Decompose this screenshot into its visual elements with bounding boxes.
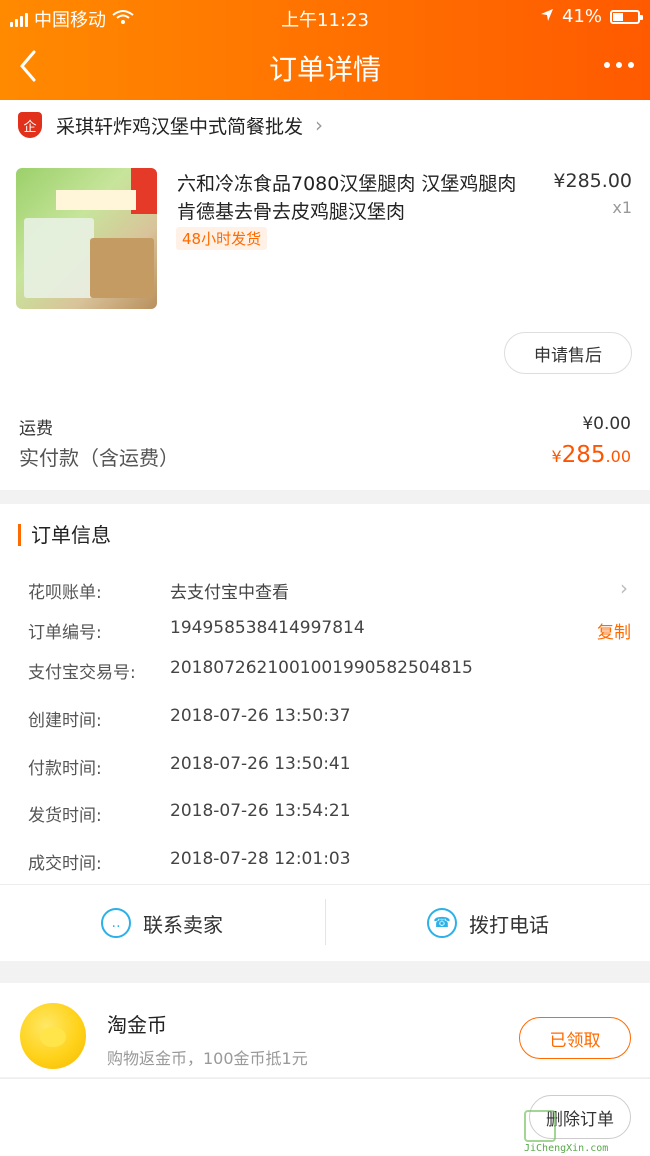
copy-button[interactable]: 复制 bbox=[597, 618, 631, 643]
row-label: 付款时间: bbox=[28, 759, 102, 779]
coin-icon bbox=[20, 1003, 86, 1069]
shipping-tag: 48小时发货 bbox=[176, 227, 268, 250]
watermark-logo-icon bbox=[524, 1110, 556, 1142]
chat-icon: ‥ bbox=[101, 908, 131, 938]
freight-value: ¥0.00 bbox=[582, 414, 631, 434]
more-icon bbox=[604, 62, 610, 68]
shop-name[interactable]: 采琪轩炸鸡汉堡中式简餐批发 bbox=[56, 112, 303, 139]
created-time-row: 创建时间: 2018-07-26 13:50:37 bbox=[0, 706, 650, 736]
contact-seller-button[interactable]: ‥ 联系卖家 bbox=[0, 885, 324, 961]
product-qty: x1 bbox=[612, 198, 632, 217]
row-value: 2018-07-28 12:01:03 bbox=[170, 849, 351, 869]
battery-icon bbox=[610, 9, 643, 24]
battery-percent: 41% bbox=[561, 6, 602, 27]
paid-currency: ¥ bbox=[551, 447, 562, 466]
product-title[interactable]: 六和冷冻食品7080汉堡腿肉 汉堡鸡腿肉 肯德基去骨去皮鸡腿汉堡肉 bbox=[177, 170, 527, 226]
paid-time-row: 付款时间: 2018-07-26 13:50:41 bbox=[0, 754, 650, 784]
row-value: 2018-07-26 13:50:37 bbox=[170, 706, 351, 726]
row-value: 去支付宝中查看 bbox=[170, 583, 289, 603]
status-bar: 中国移动 上午11:23 41% bbox=[0, 0, 650, 34]
row-label: 成交时间: bbox=[28, 854, 102, 874]
totals-section: 运费 ¥0.00 实付款（含运费） ¥285.00 bbox=[0, 390, 650, 490]
more-button[interactable] bbox=[604, 62, 634, 68]
coins-title: 淘金币 bbox=[107, 1013, 167, 1037]
shop-icon: 企 bbox=[18, 112, 42, 138]
location-icon bbox=[540, 6, 554, 27]
product-image[interactable] bbox=[16, 168, 157, 309]
claimed-button[interactable]: 已领取 bbox=[519, 1017, 631, 1059]
status-right: 41% bbox=[540, 6, 643, 27]
chevron-right-icon: › bbox=[620, 576, 628, 600]
coins-subtitle: 购物返金币，100金币抵1元 bbox=[107, 1049, 308, 1068]
paid-amount: 285 bbox=[561, 442, 606, 468]
shop-row[interactable]: 企 采琪轩炸鸡汉堡中式简餐批发 › bbox=[0, 100, 650, 150]
contact-actions: ‥ 联系卖家 ☎ 拨打电话 bbox=[0, 884, 650, 961]
call-button[interactable]: ☎ 拨打电话 bbox=[326, 885, 650, 961]
app-header: 中国移动 上午11:23 41% 订单详情 bbox=[0, 0, 650, 100]
row-label: 花呗账单: bbox=[28, 583, 102, 603]
product-price: ¥285.00 bbox=[553, 170, 632, 192]
alipay-trade-row: 支付宝交易号: 2018072621001001990582504815 bbox=[0, 658, 650, 688]
coins-section: 淘金币 购物返金币，100金币抵1元 已领取 bbox=[0, 983, 650, 1077]
freight-label: 运费 bbox=[19, 419, 53, 439]
bottom-bar: 删除订单 JiChengXin.com bbox=[0, 1078, 650, 1156]
contact-seller-label: 联系卖家 bbox=[143, 912, 223, 937]
huabei-row[interactable]: 花呗账单: 去支付宝中查看 › bbox=[0, 576, 650, 608]
after-sale-button[interactable]: 申请售后 bbox=[504, 332, 632, 374]
order-info-title: 订单信息 bbox=[18, 524, 111, 546]
order-number-row: 订单编号: 194958538414997814 复制 bbox=[0, 618, 650, 648]
row-label: 发货时间: bbox=[28, 806, 102, 826]
product-card: 六和冷冻食品7080汉堡腿肉 汉堡鸡腿肉 肯德基去骨去皮鸡腿汉堡肉 48小时发货… bbox=[0, 150, 650, 390]
row-value: 194958538414997814 bbox=[170, 618, 365, 638]
page-title: 订单详情 bbox=[268, 53, 381, 86]
chevron-right-icon: › bbox=[315, 113, 324, 137]
completed-time-row: 成交时间: 2018-07-28 12:01:03 bbox=[0, 849, 650, 879]
row-label: 创建时间: bbox=[28, 711, 102, 731]
call-label: 拨打电话 bbox=[469, 912, 549, 937]
nav-bar: 订单详情 bbox=[0, 34, 650, 100]
phone-icon: ☎ bbox=[427, 908, 457, 938]
watermark-url: JiChengXin.com bbox=[524, 1143, 609, 1154]
watermark: JiChengXin.com bbox=[524, 1110, 644, 1154]
row-value: 2018-07-26 13:50:41 bbox=[170, 754, 351, 774]
row-label: 订单编号: bbox=[28, 623, 102, 643]
row-label: 支付宝交易号: bbox=[28, 663, 136, 683]
paid-decimal: .00 bbox=[605, 447, 631, 466]
shipped-time-row: 发货时间: 2018-07-26 13:54:21 bbox=[0, 801, 650, 831]
row-value: 2018072621001001990582504815 bbox=[170, 658, 473, 678]
paid-value: ¥285.00 bbox=[551, 442, 631, 468]
paid-label: 实付款（含运费） bbox=[19, 446, 179, 470]
row-value: 2018-07-26 13:54:21 bbox=[170, 801, 351, 821]
order-info-section: 订单信息 花呗账单: 去支付宝中查看 › 订单编号: 1949585384149… bbox=[0, 504, 650, 884]
battery-level bbox=[613, 12, 623, 21]
